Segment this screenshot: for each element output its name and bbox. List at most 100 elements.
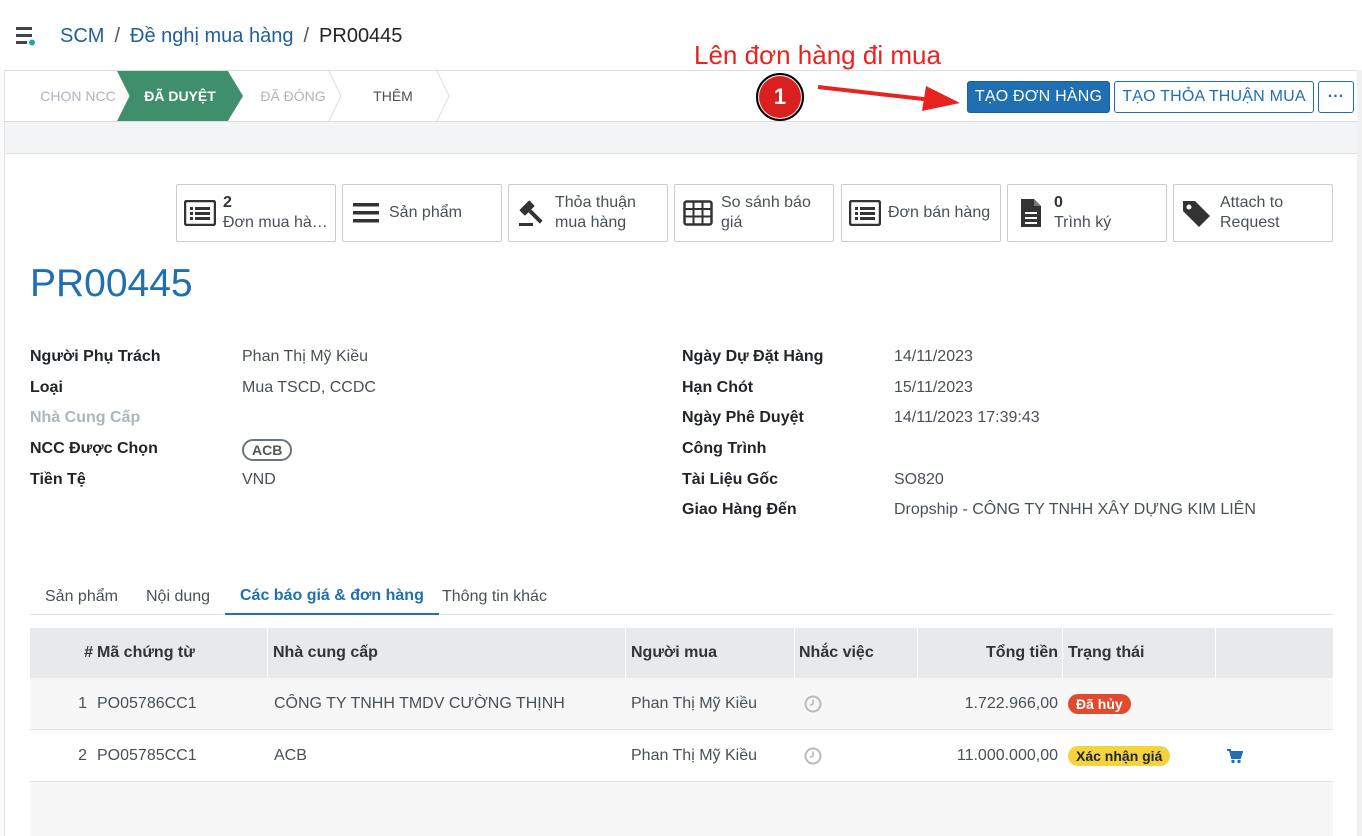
owner-label: Người Phụ Trách — [30, 348, 161, 365]
row-reminder[interactable] — [804, 730, 822, 782]
col-reminder[interactable]: Nhắc việc — [795, 628, 918, 678]
stage-approved[interactable]: ĐÃ DUYỆT — [117, 71, 243, 121]
sign-request-smart-button[interactable]: 0 Trình ký — [1007, 184, 1167, 242]
breadcrumb-current: PR00445 — [319, 25, 403, 47]
table-row[interactable]: 2 PO05785CC1 ACB Phan Thị Mỹ Kiều 11.000… — [30, 730, 1333, 782]
table-header: # Mã chứng từ Nhà cung cấp Người mua Nhắ… — [30, 628, 1333, 678]
annotation-text: Lên đơn hàng đi mua — [694, 40, 941, 70]
smart-label-line1: Attach to — [1220, 194, 1284, 211]
stage-label: THÊM — [373, 88, 413, 104]
stage-more[interactable]: THÊM — [343, 71, 443, 121]
row-vendor: ACB — [274, 747, 307, 764]
sales-order-smart-button[interactable]: Đơn bán hàng — [841, 184, 1001, 242]
col-status[interactable]: Trạng thái — [1063, 628, 1216, 678]
col-total[interactable]: Tổng tiền — [918, 628, 1063, 678]
row-action[interactable] — [1227, 730, 1243, 782]
tab-products[interactable]: Sản phẩm — [45, 578, 118, 615]
row-status: Đã hủy — [1068, 678, 1131, 730]
order-date-label: Ngày Dự Đặt Hàng — [682, 348, 824, 365]
compare-quotes-smart-button[interactable]: So sánh báo giá — [674, 184, 834, 242]
smart-label-line1: So sánh báo — [721, 194, 811, 211]
table-icon — [683, 200, 713, 226]
clock-icon — [804, 747, 822, 765]
smart-label-line2: Request — [1220, 214, 1280, 231]
bars-icon — [353, 203, 379, 223]
deliver-to-label: Giao Hàng Đến — [682, 501, 797, 518]
row-num: 1 — [78, 695, 87, 712]
stage-label: ĐÃ DUYỆT — [144, 88, 216, 104]
row-status: Xác nhận giá — [1068, 730, 1171, 782]
app-menu-icon[interactable] — [15, 25, 37, 47]
approve-date-value[interactable]: 14/11/2023 17:39:43 — [894, 409, 1040, 427]
notebook-tabs: Sản phẩm Nội dung Các báo giá & đơn hàng… — [30, 578, 1333, 615]
row-total: 1.722.966,00 — [964, 695, 1058, 712]
create-order-button[interactable]: TẠO ĐƠN HÀNG — [967, 81, 1110, 113]
deliver-to-value[interactable]: Dropship - CÔNG TY TNHH XÂY DỰNG KIM LIÊ… — [894, 501, 1256, 519]
table-row[interactable]: 1 PO05786CC1 CÔNG TY TNHH TMDV CƯỜNG THỊ… — [30, 678, 1333, 730]
order-date-value[interactable]: 14/11/2023 — [894, 348, 973, 366]
clock-icon — [804, 695, 822, 713]
vendor-label: Nhà Cung Cấp — [30, 409, 141, 426]
deadline-value[interactable]: 15/11/2023 — [894, 379, 973, 397]
row-buyer: Phan Thị Mỹ Kiều — [631, 695, 757, 712]
scrollbar[interactable] — [1357, 70, 1362, 836]
type-value[interactable]: Mua TSCD, CCDC — [242, 379, 376, 397]
shopping-cart-icon[interactable] — [1227, 748, 1243, 764]
file-icon — [1021, 199, 1041, 227]
tab-content[interactable]: Nội dung — [146, 578, 210, 615]
row-buyer: Phan Thị Mỹ Kiều — [631, 747, 757, 764]
products-smart-button[interactable]: Sản phẩm — [342, 184, 502, 242]
row-total: 11.000.000,00 — [956, 747, 1058, 764]
smart-label-line2: giá — [721, 214, 743, 231]
smart-count: 2 — [223, 194, 232, 211]
source-doc-value[interactable]: SO820 — [894, 471, 944, 489]
approve-date-label: Ngày Phê Duyệt — [682, 409, 804, 426]
purchase-orders-smart-button[interactable]: 2 Đơn mua hà… — [176, 184, 336, 242]
tab-other-info[interactable]: Thông tin khác — [442, 578, 547, 615]
table-empty-area — [30, 782, 1333, 836]
project-label: Công Trình — [682, 440, 767, 457]
row-vendor: CÔNG TY TNHH TMDV CƯỜNG THỊNH — [274, 695, 565, 712]
top-bar: SCM / Đề nghị mua hàng / PR00445 — [0, 0, 1362, 70]
tags-icon — [1183, 201, 1210, 227]
stage-label: CHỌN NCC — [40, 88, 116, 104]
smart-label-line1: Thỏa thuận — [555, 194, 636, 211]
row-code: PO05785CC1 — [97, 747, 197, 764]
selected-vendor-tag[interactable]: ACB — [242, 439, 293, 461]
row-code: PO05786CC1 — [97, 695, 197, 712]
smart-count: 0 — [1054, 194, 1063, 211]
stage-label: ĐÃ ĐÓNG — [260, 88, 326, 104]
currency-label: Tiền Tệ — [30, 471, 86, 488]
breadcrumb-purchase-requests[interactable]: Đề nghị mua hàng — [130, 25, 293, 48]
col-buyer[interactable]: Người mua — [626, 628, 795, 678]
smart-label: Sản phẩm — [389, 204, 462, 221]
stage-closed[interactable]: ĐÃ ĐÓNG — [243, 71, 343, 121]
breadcrumb-separator: / — [303, 25, 310, 47]
breadcrumb-scm[interactable]: SCM — [60, 25, 104, 48]
smart-label-line2: mua hàng — [555, 214, 627, 231]
breadcrumb: SCM / Đề nghị mua hàng / PR00445 — [60, 25, 402, 48]
smart-label: Đơn mua hà… — [223, 214, 328, 231]
purchase-agreement-smart-button[interactable]: Thỏa thuận mua hàng — [508, 184, 668, 242]
status-badge: Đã hủy — [1068, 694, 1131, 714]
gavel-icon — [519, 200, 543, 226]
more-actions-button[interactable]: ··· — [1318, 81, 1354, 113]
tab-quotes-orders[interactable]: Các báo giá & đơn hàng — [225, 578, 439, 615]
attach-request-smart-button[interactable]: Attach to Request — [1173, 184, 1333, 242]
col-num: # — [84, 644, 93, 661]
breadcrumb-separator: / — [114, 25, 121, 47]
create-agreement-button[interactable]: TẠO THỎA THUẬN MUA — [1114, 81, 1314, 113]
col-code[interactable]: Mã chứng từ — [97, 628, 268, 678]
status-bar: CHỌN NCC ĐÃ DUYỆT ĐÃ ĐÓNG THÊM TẠO ĐƠN H… — [5, 70, 1357, 122]
smart-label: Trình ký — [1054, 214, 1112, 231]
record-title: PR00445 — [30, 262, 193, 305]
col-vendor[interactable]: Nhà cung cấp — [268, 628, 626, 678]
row-reminder[interactable] — [804, 678, 822, 730]
smart-label: Đơn bán hàng — [888, 204, 991, 221]
owner-value[interactable]: Phan Thị Mỹ Kiều — [242, 348, 368, 366]
deadline-label: Hạn Chót — [682, 379, 754, 396]
step-badge: 1 — [756, 73, 804, 121]
sheet-top-strip — [5, 122, 1357, 154]
currency-value[interactable]: VND — [242, 471, 276, 489]
annotation-arrow-icon — [817, 85, 960, 111]
